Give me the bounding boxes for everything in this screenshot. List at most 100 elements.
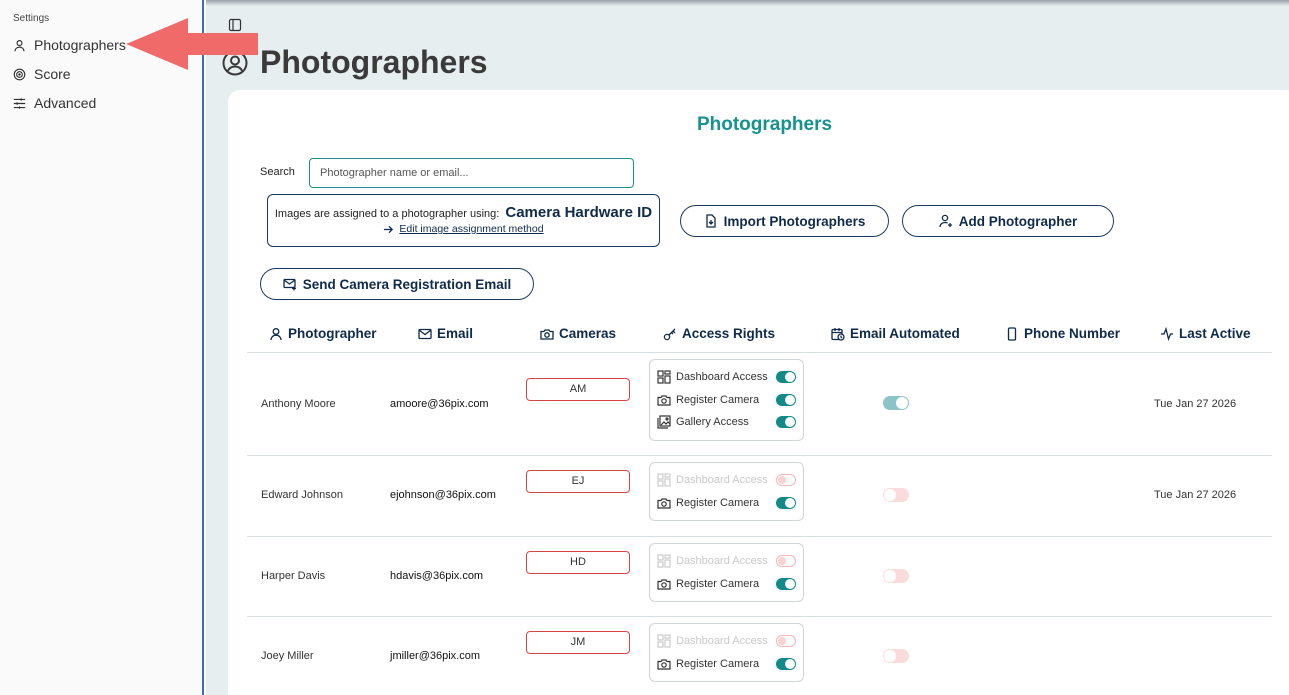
- user-plus-icon: [939, 214, 952, 228]
- import-label: Import Photographers: [723, 213, 866, 229]
- table-row[interactable]: Edward Johnson ejohnson@36pix.com EJ Das…: [247, 456, 1272, 537]
- send-registration-email-button[interactable]: Send Camera Registration Email: [260, 268, 534, 300]
- access-rights-box: Dashboard Access Register Camera: [649, 623, 804, 682]
- header-email[interactable]: Email: [418, 326, 473, 341]
- edit-assignment-link[interactable]: Edit image assignment method: [399, 223, 543, 235]
- add-photographer-label: Add Photographer: [958, 213, 1078, 229]
- add-photographer-button[interactable]: Add Photographer: [902, 205, 1114, 237]
- sidebar-item-label: Score: [34, 66, 71, 82]
- header-label: Access Rights: [682, 326, 776, 341]
- register-camera-toggle[interactable]: [776, 657, 796, 670]
- sidebar-item-advanced[interactable]: Advanced: [13, 95, 96, 111]
- file-import-icon: [705, 214, 716, 228]
- table-row[interactable]: Harper Davis hdavis@36pix.com HD Dashboa…: [247, 537, 1272, 617]
- assignment-prefix: Images are assigned to a photographer us…: [274, 208, 500, 220]
- access-register: Register Camera: [657, 389, 796, 412]
- dashboard-icon: [657, 370, 671, 384]
- header-photographer[interactable]: Photographer: [269, 326, 377, 341]
- dashboard-access-toggle[interactable]: [776, 555, 796, 568]
- photographers-card: Photographers Search Images are assigned…: [228, 90, 1289, 695]
- camera-badge[interactable]: HD: [526, 551, 630, 574]
- activity-icon: [1161, 326, 1173, 341]
- sidebar-item-score[interactable]: Score: [13, 66, 71, 82]
- email-automated-toggle[interactable]: [883, 396, 909, 410]
- sidebar-item-label: Photographers: [34, 37, 126, 53]
- card-title: Photographers: [696, 114, 833, 135]
- access-label: Dashboard Access: [676, 371, 768, 384]
- key-icon: [663, 328, 676, 340]
- header-label: Email: [437, 326, 474, 341]
- header-label: Last Active: [1179, 326, 1251, 341]
- access-register: Register Camera: [657, 573, 796, 596]
- photographer-email: amoore@36pix.com: [390, 398, 489, 410]
- header-label: Phone Number: [1024, 326, 1121, 341]
- register-camera-toggle[interactable]: [776, 393, 796, 406]
- sidebar-item-photographers[interactable]: Photographers: [13, 37, 126, 53]
- photographer-email: hdavis@36pix.com: [390, 570, 484, 582]
- sliders-icon: [13, 97, 26, 109]
- header-label: Cameras: [559, 326, 617, 341]
- mail-icon: [418, 328, 432, 339]
- camera-icon: [657, 395, 671, 406]
- header-last-active[interactable]: Last Active: [1160, 326, 1251, 341]
- page-title: Photographers: [260, 44, 488, 80]
- photographer-name: Harper Davis: [261, 570, 326, 582]
- access-dashboard: Dashboard Access: [657, 469, 796, 492]
- header-email-automated[interactable]: Email Automated: [831, 326, 960, 341]
- camera-badge[interactable]: AM: [526, 378, 630, 401]
- dashboard-icon: [657, 554, 671, 568]
- last-active: Tue Jan 27 2026: [1154, 489, 1237, 501]
- access-dashboard: Dashboard Access: [657, 630, 796, 653]
- photographer-name: Edward Johnson: [261, 489, 343, 501]
- camera-icon: [540, 328, 554, 340]
- camera-icon: [657, 498, 671, 509]
- dashboard-icon: [657, 634, 671, 648]
- email-automated-toggle[interactable]: [883, 649, 909, 663]
- photographer-name: Anthony Moore: [261, 398, 336, 410]
- header-cameras[interactable]: Cameras: [540, 326, 616, 341]
- access-rights-box: Dashboard Access Register Camera: [649, 543, 804, 602]
- dashboard-access-toggle[interactable]: [776, 474, 796, 487]
- access-label: Dashboard Access: [676, 474, 768, 487]
- assignment-info-box: Images are assigned to a photographer us…: [267, 194, 660, 247]
- access-label: Register Camera: [676, 393, 760, 406]
- dashboard-icon: [657, 473, 671, 487]
- sidebar: Settings Photographers Score Advanced: [0, 0, 204, 695]
- header-label: Email Automated: [850, 326, 960, 341]
- sidebar-item-label: Advanced: [34, 95, 97, 111]
- table-row[interactable]: Joey Miller jmiller@36pix.com JM Dashboa…: [247, 617, 1272, 695]
- table-header: Photographer Email Cameras Access Rights…: [228, 326, 1289, 346]
- user-icon: [270, 327, 282, 340]
- assignment-method: Camera Hardware ID: [505, 204, 653, 221]
- email-automated-toggle[interactable]: [883, 569, 909, 583]
- register-camera-toggle[interactable]: [776, 496, 796, 509]
- search-input[interactable]: [309, 158, 634, 188]
- access-register: Register Camera: [657, 492, 796, 515]
- access-label: Register Camera: [676, 577, 760, 590]
- sidebar-section-label: Settings: [13, 13, 50, 24]
- header-phone-number[interactable]: Phone Number: [1005, 326, 1120, 341]
- table-row[interactable]: Anthony Moore amoore@36pix.com AM Dashbo…: [247, 353, 1272, 456]
- camera-icon: [657, 659, 671, 670]
- register-camera-toggle[interactable]: [776, 577, 796, 590]
- user-icon: [14, 39, 25, 51]
- header-label: Photographer: [288, 326, 377, 341]
- dashboard-access-toggle[interactable]: [776, 635, 796, 648]
- access-rights-box: Dashboard Access Register Camera: [649, 462, 804, 521]
- camera-badge[interactable]: EJ: [526, 470, 630, 493]
- access-rights-box: Dashboard Access Register Camera Gallery…: [649, 359, 804, 441]
- access-gallery: Gallery Access: [657, 411, 796, 434]
- access-label: Register Camera: [676, 657, 760, 670]
- calendar-clock-icon: [831, 327, 845, 341]
- camera-badge[interactable]: JM: [526, 631, 630, 654]
- email-automated-toggle[interactable]: [883, 488, 909, 502]
- dashboard-access-toggle[interactable]: [776, 371, 796, 384]
- target-icon: [13, 68, 26, 80]
- header-access-rights[interactable]: Access Rights: [663, 326, 775, 341]
- gallery-access-toggle[interactable]: [776, 416, 796, 429]
- access-label: Dashboard Access: [676, 635, 768, 648]
- access-label: Gallery Access: [676, 416, 749, 429]
- assignment-edit-row: Edit image assignment method: [268, 223, 659, 235]
- import-photographers-button[interactable]: Import Photographers: [680, 205, 889, 237]
- phone-icon: [1007, 326, 1017, 341]
